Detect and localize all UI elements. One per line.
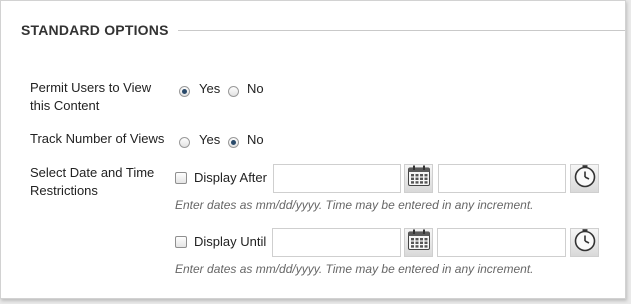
calendar-icon — [407, 229, 431, 256]
permit-view-label: Permit Users to View this Content — [30, 79, 151, 115]
date-restrictions-label-line2: Restrictions — [30, 183, 98, 198]
display-after-time-input[interactable] — [438, 164, 566, 193]
display-until-clock-button[interactable] — [570, 228, 599, 257]
permit-view-label-line2: this Content — [30, 98, 100, 113]
display-until-calendar-button[interactable] — [404, 228, 433, 257]
display-after-checkbox[interactable] — [175, 172, 187, 184]
track-views-no-radio[interactable] — [228, 137, 239, 148]
display-until-date-input[interactable] — [272, 228, 401, 257]
track-views-no-label[interactable]: No — [247, 132, 264, 148]
clock-icon — [573, 228, 597, 257]
clock-icon — [573, 164, 597, 193]
display-after-calendar-button[interactable] — [404, 164, 433, 193]
display-after-date-input[interactable] — [273, 164, 401, 193]
date-restrictions-label: Select Date and Time Restrictions — [30, 164, 154, 200]
display-until-label[interactable]: Display Until — [194, 234, 266, 250]
calendar-icon — [407, 165, 431, 192]
permit-view-yes-radio[interactable] — [179, 86, 190, 97]
display-until-time-input[interactable] — [437, 228, 566, 257]
date-restrictions-label-line1: Select Date and Time — [30, 165, 155, 180]
track-views-yes-radio[interactable] — [179, 137, 190, 148]
section-divider — [178, 30, 625, 31]
display-after-clock-button[interactable] — [570, 164, 599, 193]
section-title: STANDARD OPTIONS — [21, 22, 169, 38]
standard-options-panel: STANDARD OPTIONS Permit Users to View th… — [0, 0, 626, 299]
display-until-hint: Enter dates as mm/dd/yyyy. Time may be e… — [175, 262, 534, 276]
permit-view-no-radio[interactable] — [228, 86, 239, 97]
permit-view-yes-label[interactable]: Yes — [199, 81, 220, 97]
display-after-label[interactable]: Display After — [194, 170, 267, 186]
track-views-yes-label[interactable]: Yes — [199, 132, 220, 148]
track-views-label: Track Number of Views — [30, 131, 165, 146]
permit-view-no-label[interactable]: No — [247, 81, 264, 97]
display-after-hint: Enter dates as mm/dd/yyyy. Time may be e… — [175, 198, 534, 212]
display-until-checkbox[interactable] — [175, 236, 187, 248]
permit-view-label-line1: Permit Users to View — [30, 80, 152, 95]
